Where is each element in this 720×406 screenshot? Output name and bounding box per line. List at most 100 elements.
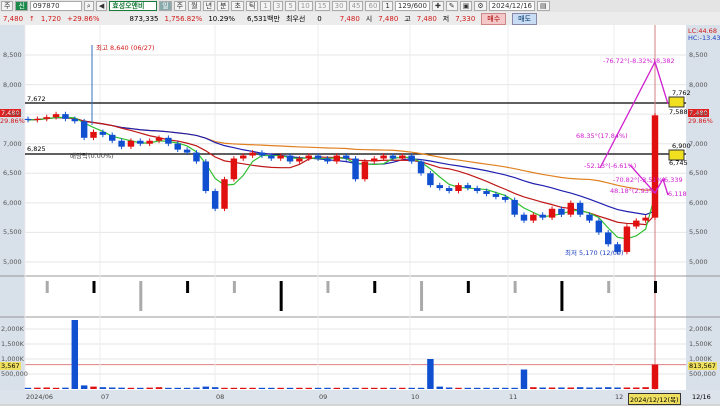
period-select[interactable]: 주	[1, 1, 14, 11]
box2-top: 6,900	[672, 142, 691, 150]
chart-svg[interactable]	[0, 25, 720, 404]
tab-second[interactable]: 초	[231, 1, 244, 11]
volume-bar	[483, 387, 490, 389]
chart-area[interactable]: 최고 8,640 (06/27) 최저 5,170 (12/09) 배당락(0.…	[0, 25, 720, 405]
pref-value: 0	[317, 14, 322, 23]
volume-bar	[427, 359, 434, 389]
volume-bar	[445, 387, 453, 389]
angle-label: 68.35°(17.84%)	[576, 132, 628, 140]
tab-day[interactable]: 일	[159, 1, 172, 11]
interval-3[interactable]: 3	[272, 1, 284, 11]
candle	[427, 173, 434, 186]
draw-icon[interactable]: ✎	[445, 1, 458, 11]
candle	[80, 121, 88, 138]
volume-bar	[118, 387, 125, 389]
candle	[52, 114, 60, 118]
candle	[623, 226, 631, 252]
volume: 873,335	[129, 14, 159, 23]
interval-45[interactable]: 45	[348, 1, 364, 11]
count-input[interactable]: 1	[382, 1, 393, 11]
candle	[342, 155, 350, 159]
high: 7,480	[416, 14, 437, 23]
stock-code-input[interactable]: 097870	[29, 1, 82, 11]
volume-bar	[380, 387, 387, 389]
tab-month[interactable]: 월	[188, 1, 201, 11]
search-icon[interactable]: ⌕	[83, 1, 94, 11]
high-label: 최고 8,640 (06/27)	[96, 44, 155, 52]
volume-bar	[604, 387, 612, 389]
low-label: 최저 5,170 (12/09)	[565, 249, 624, 257]
candle	[586, 214, 593, 221]
volume-tick: 500,000	[1, 370, 28, 378]
volume-bar	[183, 387, 191, 389]
save-icon[interactable]: ▣	[459, 1, 473, 11]
stock-name[interactable]: 효성오앤비	[109, 1, 158, 11]
candle	[389, 155, 397, 159]
volume-tick: 500,000	[689, 370, 716, 378]
price-tick: 7,500	[3, 110, 22, 119]
x-tick: 10	[411, 393, 420, 401]
volume-bar	[464, 387, 472, 389]
interval-10[interactable]: 10	[297, 1, 313, 11]
candle	[268, 155, 275, 159]
price-tick: 6,000	[3, 198, 22, 207]
interval-5[interactable]: 5	[285, 1, 296, 11]
tab-week[interactable]: 주	[173, 1, 187, 11]
tab-tick[interactable]: 틱	[245, 1, 259, 11]
volume-bar	[361, 387, 369, 389]
interval-30[interactable]: 30	[331, 1, 347, 11]
volume-bar	[249, 387, 256, 389]
candle	[445, 188, 453, 192]
signal-bar	[466, 281, 470, 293]
volume-bar	[548, 387, 556, 389]
volume-tag-left: 3,567	[0, 362, 21, 370]
candle	[155, 137, 163, 141]
signal-bar	[373, 281, 377, 293]
volume-bar	[614, 387, 621, 389]
interval-60[interactable]: 60	[365, 1, 381, 11]
volume-bar	[193, 387, 200, 389]
sell-button[interactable]: 매도	[512, 12, 538, 25]
crosshair-icon[interactable]: ✚	[431, 1, 444, 11]
low-label: 저	[442, 14, 450, 23]
interval-1[interactable]: 1	[260, 1, 271, 11]
gear-icon[interactable]: ⚙	[474, 1, 487, 11]
volume-bar	[530, 387, 537, 389]
candle	[595, 220, 603, 233]
volume-bar	[595, 387, 603, 389]
last-date: 12/16	[692, 393, 711, 401]
dividend-label: 배당락(0.00%)	[70, 152, 114, 160]
interval-15[interactable]: 15	[314, 1, 330, 11]
candle	[99, 131, 107, 135]
volume-bar	[642, 387, 649, 389]
volume-bar	[34, 387, 41, 389]
box2-bottom: 6,745	[669, 159, 688, 167]
buy-button[interactable]: 매수	[481, 12, 507, 25]
change: 1,720	[40, 14, 61, 23]
candle	[146, 140, 153, 144]
toolbar: 주 신 097870 ⌕ ◀ 효성오앤비 일 주 월 년 분 초 틱 1 3 5…	[0, 0, 720, 12]
price-tick: 7,500	[689, 110, 708, 119]
speaker-icon[interactable]: ◀	[95, 1, 108, 11]
volume-bar	[342, 387, 350, 389]
volume-bar	[576, 387, 584, 389]
x-tick: 11	[509, 393, 518, 401]
date-input[interactable]: 2024/12/16	[488, 1, 535, 11]
volume-bar	[43, 387, 50, 389]
candle	[62, 114, 69, 119]
candle	[642, 217, 649, 221]
angle-label: -52.13°(-6.61%)	[584, 162, 637, 170]
candle	[118, 140, 125, 147]
volume-bar	[333, 387, 341, 389]
candle	[567, 202, 575, 215]
tab-minute[interactable]: 분	[217, 1, 230, 11]
high-label: 고	[404, 14, 411, 23]
volume-bar	[277, 387, 284, 389]
signal-bar	[45, 281, 49, 293]
candle	[90, 131, 97, 138]
change-pct: +29.86%	[66, 14, 100, 23]
candle	[492, 193, 500, 197]
volume-bar	[165, 387, 172, 389]
tab-year[interactable]: 년	[202, 1, 216, 11]
calendar-icon[interactable]: ▤	[536, 1, 550, 11]
